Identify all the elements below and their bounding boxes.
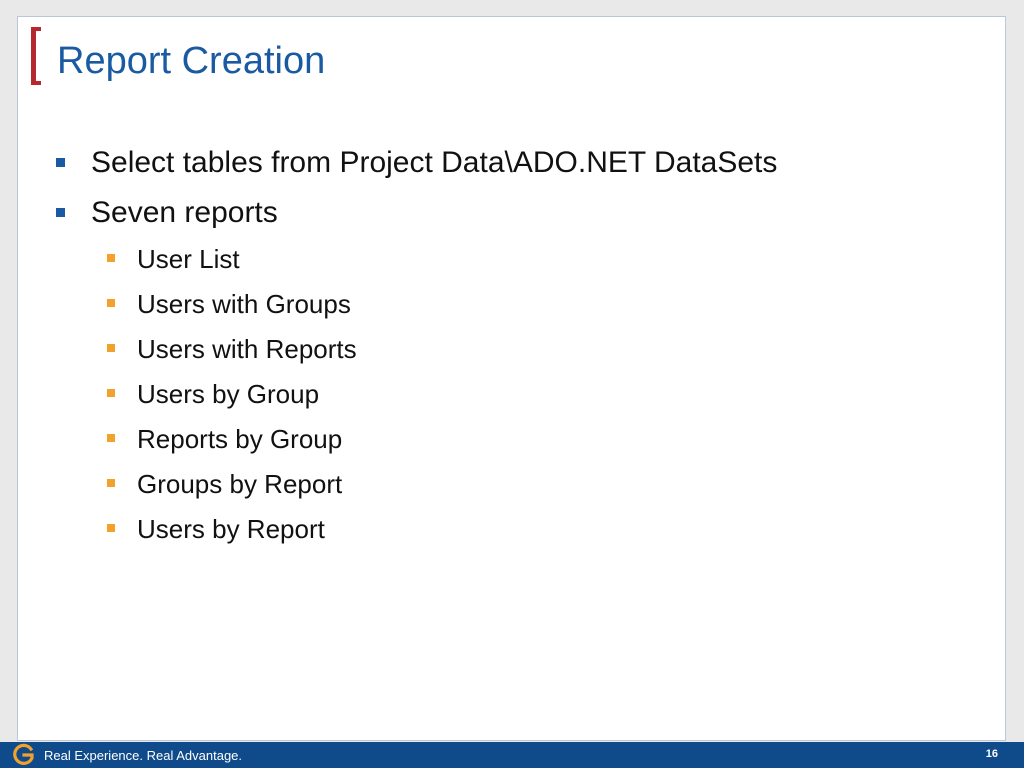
square-sub-bullet-icon <box>107 254 115 262</box>
g-logo-icon <box>12 743 36 767</box>
square-bullet-icon <box>56 158 65 167</box>
page-number: 16 <box>985 748 998 760</box>
slide-title: Report Creation <box>57 40 326 82</box>
square-sub-bullet-icon <box>107 479 115 487</box>
footer-tagline: Real Experience. Real Advantage. <box>44 748 243 763</box>
square-sub-bullet-icon <box>107 299 115 307</box>
square-sub-bullet-icon <box>107 524 115 532</box>
sub-bullet-text: User List <box>137 244 240 274</box>
square-sub-bullet-icon <box>107 434 115 442</box>
footer-bar: Real Experience. Real Advantage. 16 <box>0 742 1024 768</box>
square-sub-bullet-icon <box>107 344 115 352</box>
bullet-text: Seven reports <box>91 196 278 229</box>
sub-bullet-text: Users with Groups <box>137 289 351 319</box>
slide: Report Creation Select tables from Proje… <box>0 0 1024 768</box>
bullet-text: Select tables from Project Data\ADO.NET … <box>91 146 778 179</box>
sub-bullet-text: Groups by Report <box>137 469 343 499</box>
sub-bullet-text: Users by Group <box>137 379 320 409</box>
sub-bullet-text: Reports by Group <box>137 424 343 454</box>
sub-bullet-text: Users by Report <box>137 514 325 544</box>
square-bullet-icon <box>56 208 65 217</box>
sub-bullet-text: Users with Reports <box>137 334 357 364</box>
square-sub-bullet-icon <box>107 389 115 397</box>
title-bracket-decoration <box>31 27 41 85</box>
